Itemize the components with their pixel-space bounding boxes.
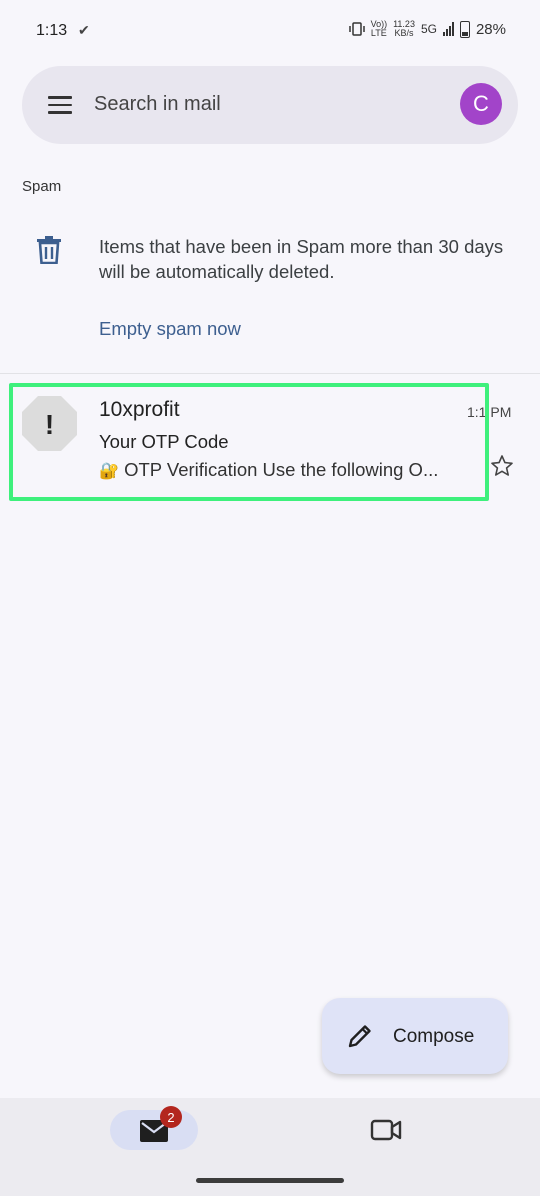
network-type: 5G — [420, 22, 437, 36]
check-icon: ✔ — [78, 22, 90, 38]
pencil-icon — [348, 1025, 371, 1048]
nav-meet-tab[interactable] — [355, 1110, 415, 1150]
status-icons: Vo)) LTE 11.23 KB/s 5G 28% — [348, 20, 506, 38]
status-time: 1:13 — [36, 22, 68, 39]
email-list-item[interactable]: ! 10xprofit Your OTP Code 🔐 OTP Verifica… — [0, 376, 540, 501]
volte-indicator: Vo)) LTE — [371, 20, 388, 38]
unread-badge: 2 — [160, 1106, 182, 1128]
battery-icon — [459, 20, 470, 38]
vibrate-icon — [348, 22, 365, 36]
account-avatar[interactable]: C — [460, 83, 502, 125]
speed-unit: KB/s — [394, 28, 414, 38]
menu-icon[interactable] — [48, 96, 72, 114]
spam-notice-text: Items that have been in Spam more than 3… — [99, 236, 504, 282]
trash-icon — [37, 236, 61, 264]
gesture-bar[interactable] — [196, 1178, 344, 1183]
network-speed: 11.23 KB/s — [393, 20, 415, 38]
divider — [0, 373, 540, 374]
nav-mail-tab[interactable]: 2 — [110, 1106, 198, 1150]
search-input[interactable]: Search in mail — [94, 93, 221, 116]
search-bar[interactable]: Search in mail C — [22, 66, 518, 144]
volte-bottom: LTE — [370, 28, 387, 38]
empty-spam-button[interactable]: Empty spam now — [99, 318, 241, 340]
battery-percent: 28% — [475, 20, 506, 38]
folder-label: Spam — [22, 178, 62, 195]
highlight-box — [9, 383, 489, 501]
compose-label: Compose — [393, 1026, 475, 1047]
compose-button[interactable]: Compose — [322, 998, 508, 1074]
signal-icon — [442, 22, 454, 36]
video-icon — [370, 1119, 402, 1141]
status-bar: 1:13 ✔ Vo)) LTE 11.23 KB/s 5G 28% — [0, 0, 540, 62]
star-icon[interactable] — [490, 454, 514, 478]
bottom-nav: 2 — [0, 1098, 540, 1196]
